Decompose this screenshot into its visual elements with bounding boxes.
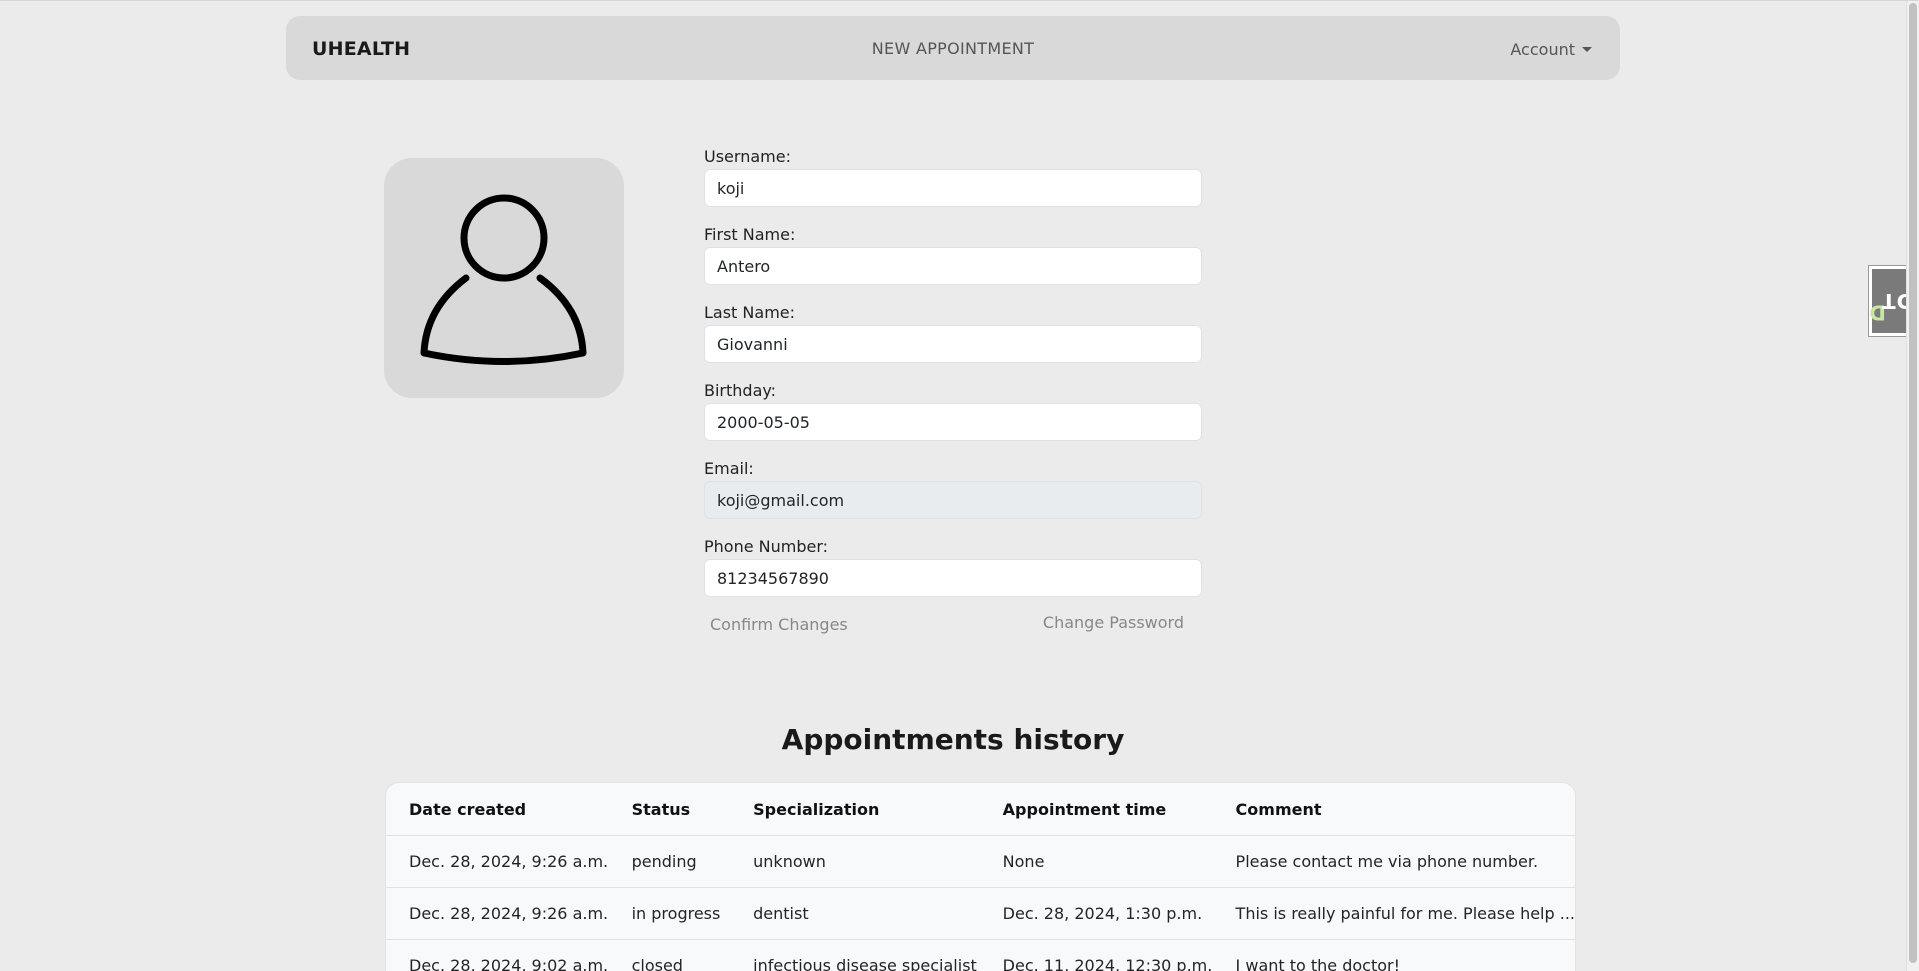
birthday-input[interactable] [704,403,1202,441]
column-header-specialization: Specialization [753,800,880,820]
cell-appointment-time: None [1002,851,1045,871]
cell-appointment-time: Dec. 28, 2024, 1:30 p.m. [1002,903,1203,923]
nav-new-appointment-link[interactable]: NEW APPOINTMENT [286,39,1620,58]
username-input[interactable] [704,169,1202,207]
chevron-down-icon [1582,47,1592,52]
cell-appointment-time: Dec. 11, 2024, 12:30 p.m. [1002,955,1213,971]
table-row[interactable]: Dec. 28, 2024, 9:26 a.m. pending unknown… [386,835,1575,887]
navbar: UHEALTH NEW APPOINTMENT Account [286,16,1620,80]
cell-status: closed [631,955,683,971]
table-row[interactable]: Dec. 28, 2024, 9:02 a.m. closed infectio… [386,939,1575,971]
debug-toolbar-handle[interactable]: DjDT [1868,265,1919,337]
phone-input[interactable] [704,559,1202,597]
phone-label: Phone Number: [704,537,829,556]
table-row[interactable]: Dec. 28, 2024, 9:26 a.m. in progress den… [386,887,1575,939]
email-group: Email: [704,459,1202,537]
cell-comment: Please contact me via phone number. [1235,851,1539,871]
confirm-changes-button[interactable]: Confirm Changes [710,615,848,634]
birthday-label: Birthday: [704,381,777,400]
birthday-group: Birthday: [704,381,1202,459]
account-dropdown[interactable]: Account [1510,40,1592,59]
debug-toolbar-logo: DjDT [1869,269,1919,333]
cell-date-created: Dec. 28, 2024, 9:26 a.m. [409,851,609,871]
cell-specialization: dentist [753,903,809,923]
first-name-label: First Name: [704,225,796,244]
user-icon [420,194,587,365]
avatar [384,158,624,398]
email-label: Email: [704,459,754,478]
appointments-table: Date created Status Specialization Appoi… [385,782,1576,971]
username-label: Username: [704,147,791,166]
username-group: Username: [704,147,1202,225]
profile-form: Username: First Name: Last Name: Birthda… [704,147,1202,643]
vertical-scrollbar[interactable] [1906,1,1919,971]
cell-comment: I want to the doctor! [1235,955,1401,971]
form-actions: Confirm Changes Change Password [704,613,1202,643]
cell-date-created: Dec. 28, 2024, 9:26 a.m. [409,903,609,923]
cell-status: in progress [631,903,721,923]
column-header-comment: Comment [1235,800,1322,820]
change-password-button[interactable]: Change Password [1043,613,1184,632]
account-label: Account [1510,40,1575,59]
last-name-group: Last Name: [704,303,1202,381]
cell-comment: This is really painful for me. Please he… [1235,903,1575,923]
appointments-history-title: Appointments history [781,723,1125,756]
column-header-status: Status [631,800,691,820]
email-input [704,481,1202,519]
cell-status: pending [631,851,697,871]
column-header-appointment-time: Appointment time [1002,800,1167,820]
column-header-date-created: Date created [409,800,527,820]
phone-group: Phone Number: [704,537,1202,615]
cell-specialization: infectious disease specialist [753,955,977,971]
scrollbar-thumb[interactable] [1909,3,1917,963]
last-name-label: Last Name: [704,303,796,322]
table-header-row: Date created Status Specialization Appoi… [386,783,1575,835]
cell-date-created: Dec. 28, 2024, 9:02 a.m. [409,955,609,971]
first-name-input[interactable] [704,247,1202,285]
first-name-group: First Name: [704,225,1202,303]
last-name-input[interactable] [704,325,1202,363]
cell-specialization: unknown [753,851,826,871]
